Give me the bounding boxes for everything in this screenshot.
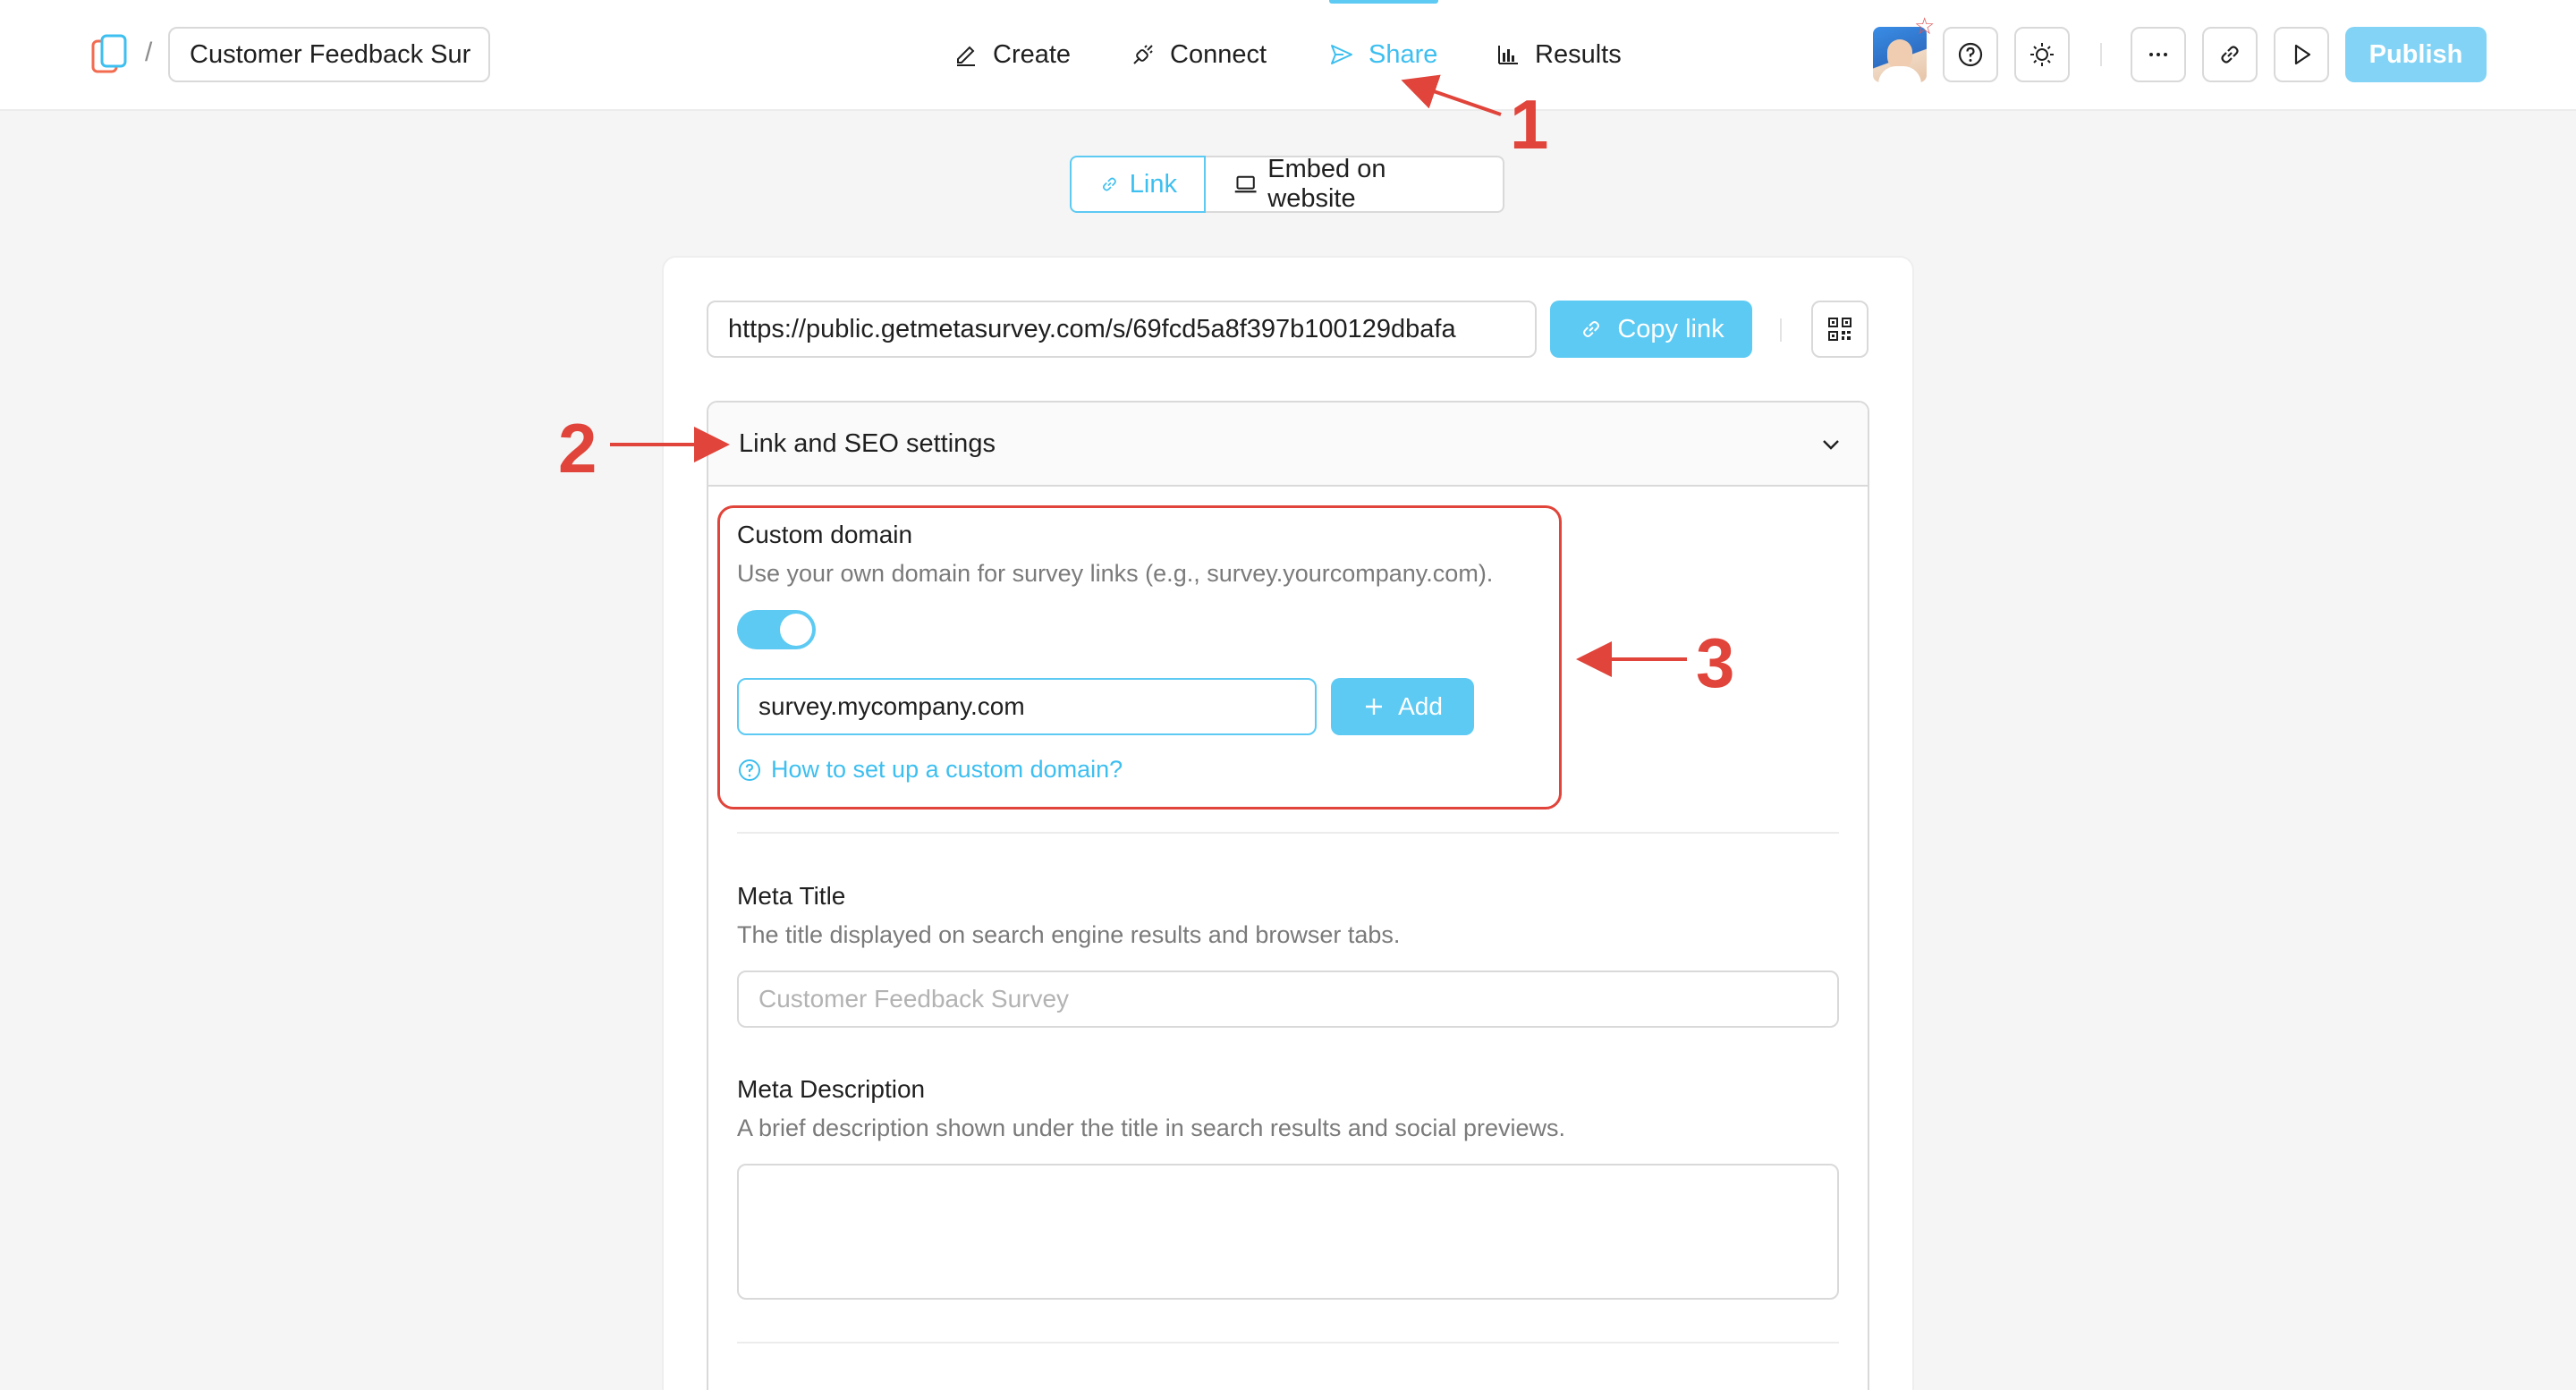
- ellipsis-icon: [2149, 53, 2167, 56]
- tab-connect-label: Connect: [1170, 39, 1267, 69]
- tab-share[interactable]: Share: [1327, 27, 1437, 82]
- copy-link-toolbar-button[interactable]: [2202, 27, 2258, 82]
- meta-description-label: Meta Description: [737, 1075, 926, 1103]
- copy-link-label: Copy link: [1617, 314, 1724, 343]
- tab-results[interactable]: Results: [1494, 27, 1622, 82]
- sun-icon: [2030, 43, 2054, 66]
- tab-connect[interactable]: Connect: [1129, 27, 1267, 82]
- meta-description-description: A brief description shown under the titl…: [737, 1115, 1565, 1141]
- meta-title-label: Meta Title: [737, 882, 846, 910]
- preview-button[interactable]: [2274, 27, 2329, 82]
- link-icon: [1102, 177, 1116, 191]
- tab-embed-label: Embed on website: [1267, 155, 1386, 213]
- survey-url-field[interactable]: https://public.getmetasurvey.com/s/69fcd…: [707, 301, 1537, 358]
- tab-share-label: Share: [1368, 39, 1438, 69]
- tab-link[interactable]: Link: [1070, 156, 1206, 213]
- bar-chart-icon: [1498, 46, 1518, 64]
- tab-create[interactable]: Create: [952, 27, 1071, 82]
- tab-link-label: Link: [1129, 169, 1177, 199]
- meta-title-description: The title displayed on search engine res…: [737, 921, 1401, 948]
- send-icon: [1331, 45, 1352, 64]
- play-icon: [2294, 44, 2311, 65]
- annotation-number-1: 1: [1510, 85, 1549, 164]
- annotation-number-2: 2: [558, 409, 597, 487]
- tab-create-label: Create: [993, 39, 1072, 69]
- seo-settings-header[interactable]: Link and SEO settings: [708, 403, 1868, 487]
- star-icon: ☆: [1914, 13, 1936, 39]
- annotation-number-3: 3: [1696, 623, 1735, 702]
- section-divider: [737, 832, 1839, 834]
- plug-icon: [1133, 45, 1153, 64]
- tab-results-label: Results: [1535, 39, 1622, 69]
- laptop-icon: [1234, 175, 1257, 193]
- meta-description-textarea[interactable]: [737, 1164, 1839, 1300]
- breadcrumb-separator: /: [145, 38, 153, 67]
- copy-link-button[interactable]: Copy link: [1550, 301, 1752, 358]
- meta-title-input[interactable]: Customer Feedback Survey: [737, 970, 1839, 1028]
- toolbar-divider: [2100, 43, 2102, 66]
- link-icon: [1583, 321, 1600, 337]
- custom-domain-highlight: [717, 505, 1562, 809]
- seo-settings-title: Link and SEO settings: [739, 429, 996, 458]
- qr-code-button[interactable]: [1811, 301, 1868, 358]
- help-button[interactable]: [1943, 27, 1998, 82]
- tab-embed[interactable]: Embed on website: [1206, 155, 1504, 213]
- share-type-switch: Link Embed on website: [1070, 155, 1504, 213]
- theme-toggle-button[interactable]: [2014, 27, 2070, 82]
- app-logo-icon[interactable]: [89, 32, 134, 77]
- pencil-icon: [957, 46, 975, 66]
- survey-title-input[interactable]: Customer Feedback Sur: [168, 27, 490, 82]
- divider: [1780, 318, 1782, 342]
- chevron-down-icon[interactable]: [1818, 431, 1844, 458]
- more-options-button[interactable]: [2131, 27, 2186, 82]
- link-icon: [2221, 46, 2239, 64]
- help-icon: [1958, 42, 1983, 67]
- active-tab-indicator: [1329, 0, 1438, 4]
- qr-code-icon: [1828, 318, 1852, 341]
- publish-button[interactable]: Publish: [2345, 27, 2487, 82]
- section-divider: [737, 1342, 1839, 1343]
